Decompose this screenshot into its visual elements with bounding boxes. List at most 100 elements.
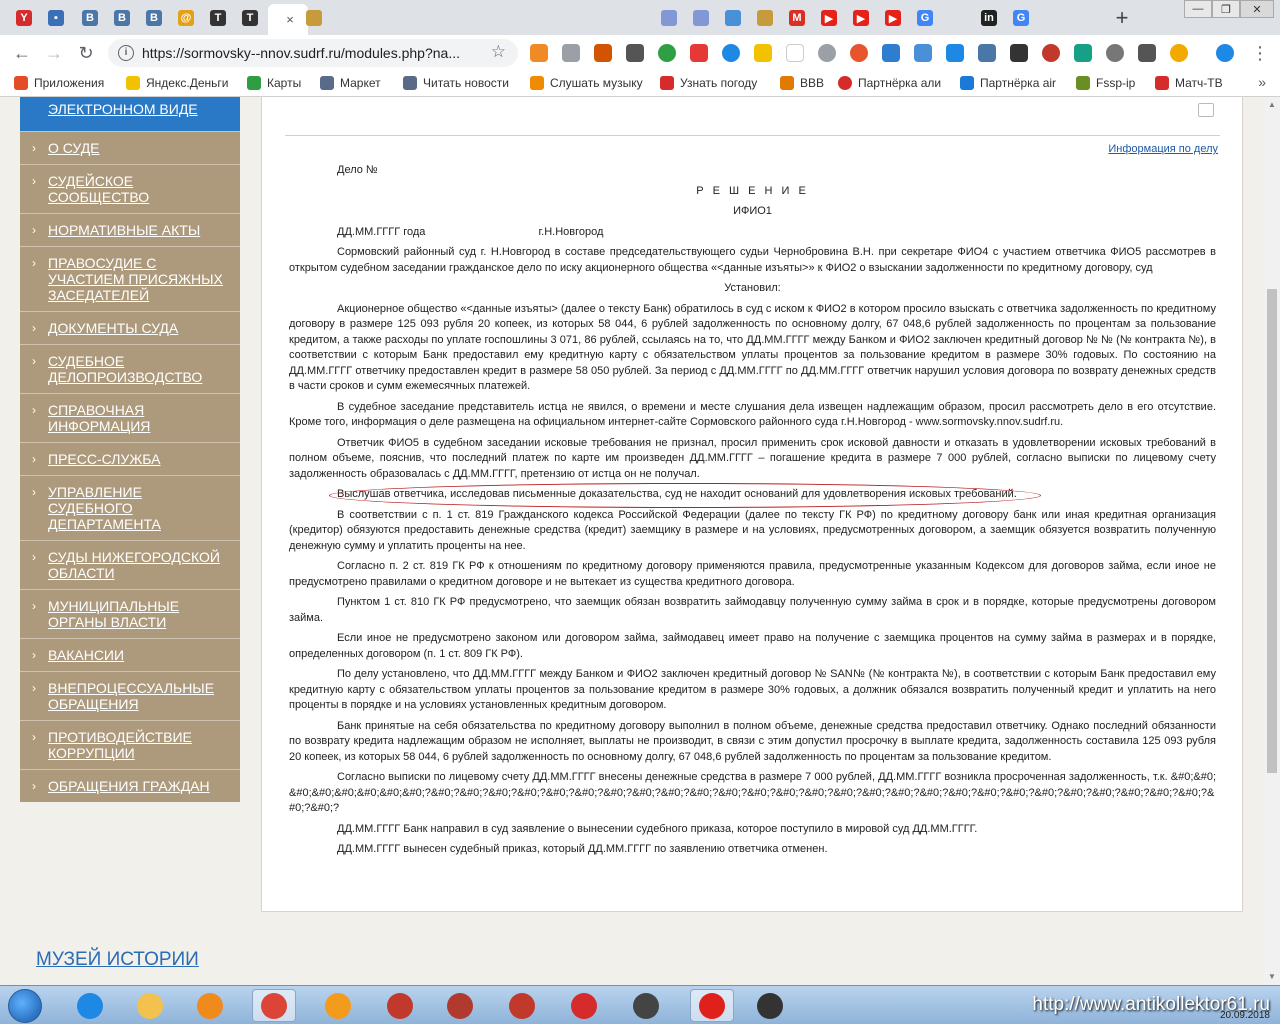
tab-google-1[interactable]: G: [911, 6, 939, 30]
sidebar-item-label[interactable]: УПРАВЛЕНИЕ СУДЕБНОГО ДЕПАРТАМЕНТА: [48, 484, 230, 532]
sidebar-item[interactable]: › МУНИЦИПАЛЬНЫЕ ОРГАНЫ ВЛАСТИ: [20, 589, 240, 638]
scrollbar-thumb[interactable]: [1267, 289, 1277, 773]
site-info-icon[interactable]: i: [118, 45, 134, 61]
sidebar-item-label[interactable]: ВАКАНСИИ: [48, 647, 230, 663]
bookmark-news[interactable]: Читать новости: [403, 76, 509, 90]
sidebar-item[interactable]: › СПРАВОЧНАЯ ИНФОРМАЦИЯ: [20, 393, 240, 442]
bookmark-match-tv[interactable]: Матч-ТВ: [1155, 76, 1223, 90]
tab-eth-2[interactable]: [687, 6, 715, 30]
extension-icon[interactable]: [1170, 44, 1188, 62]
extension-icon[interactable]: [946, 44, 964, 62]
bookmark-yandex-money[interactable]: Яндекс.Деньги: [126, 76, 228, 90]
reload-button[interactable]: ↻: [74, 41, 98, 65]
case-info-link[interactable]: Информация по делу: [1108, 143, 1218, 155]
iq-extension-icon[interactable]: [882, 44, 900, 62]
bookmarks-overflow-icon[interactable]: »: [1258, 74, 1266, 90]
tab-yandex[interactable]: Y: [10, 6, 38, 30]
sidebar-item-label[interactable]: ДОКУМЕНТЫ СУДА: [48, 320, 230, 336]
taskbar-app-button[interactable]: [562, 989, 606, 1022]
graph-extension-icon[interactable]: [626, 44, 644, 62]
forward-button[interactable]: →: [42, 41, 66, 65]
sidebar-item-label[interactable]: ОБРАЩЕНИЯ ГРАЖДАН: [48, 778, 230, 794]
bookmark-bbb[interactable]: BBB: [780, 76, 824, 90]
back-button[interactable]: ←: [10, 41, 34, 65]
tab-court-2[interactable]: [751, 6, 779, 30]
sidebar-item-label[interactable]: СПРАВОЧНАЯ ИНФОРМАЦИЯ: [48, 402, 230, 434]
sidebar-item-active[interactable]: ЭЛЕКТРОННОМ ВИДЕ: [20, 97, 240, 131]
scroll-down-icon[interactable]: ▼: [1264, 969, 1280, 985]
sidebar-item[interactable]: › СУДЕБНОЕ ДЕЛОПРОИЗВОДСТВО: [20, 344, 240, 393]
globe-extension-icon[interactable]: [818, 44, 836, 62]
sidebar-item[interactable]: › ВАКАНСИИ: [20, 638, 240, 671]
sidebar-item[interactable]: › УПРАВЛЕНИЕ СУДЕБНОГО ДЕПАРТАМЕНТА: [20, 475, 240, 540]
ebay-extension-icon[interactable]: [786, 44, 804, 62]
bookmark-music[interactable]: Слушать музыку: [530, 76, 643, 90]
address-bar[interactable]: i https://sormovsky--nnov.sudrf.ru/modul…: [108, 39, 518, 67]
sidebar-item[interactable]: › НОРМАТИВНЫЕ АКТЫ: [20, 213, 240, 246]
vk-extension-icon[interactable]: [978, 44, 996, 62]
sidebar-item-label[interactable]: О СУДЕ: [48, 140, 230, 156]
tab-chat[interactable]: ▪: [42, 6, 70, 30]
taskbar-app-button[interactable]: [68, 989, 112, 1022]
taskbar-app-button[interactable]: [690, 989, 734, 1022]
tab-gmail[interactable]: M: [783, 6, 811, 30]
tab-vk-1[interactable]: В: [76, 6, 104, 30]
sidebar-item[interactable]: › О СУДЕ: [20, 131, 240, 164]
tab-youtube-1[interactable]: ▶: [815, 6, 843, 30]
tab-box[interactable]: [719, 6, 747, 30]
extension-icon[interactable]: [850, 44, 868, 62]
sidebar-item[interactable]: › СУДЫ НИЖЕГОРОДСКОЙ ОБЛАСТИ: [20, 540, 240, 589]
minimize-button[interactable]: —: [1184, 0, 1212, 18]
print-icon[interactable]: [1198, 103, 1214, 117]
sidebar-item[interactable]: › ПРАВОСУДИЕ С УЧАСТИЕМ ПРИСЯЖНЫХ ЗАСЕДАТ…: [20, 246, 240, 311]
new-tab-button[interactable]: +: [1110, 5, 1134, 31]
sidebar-item-label[interactable]: МУНИЦИПАЛЬНЫЕ ОРГАНЫ ВЛАСТИ: [48, 598, 230, 630]
profile-avatar[interactable]: [1216, 44, 1234, 62]
taskbar-app-button[interactable]: [188, 989, 232, 1022]
tab-youtube-3[interactable]: ▶: [879, 6, 907, 30]
sidebar-item[interactable]: › ВНЕПРОЦЕССУАЛЬНЫЕ ОБРАЩЕНИЯ: [20, 671, 240, 720]
maximize-button[interactable]: ❐: [1212, 0, 1240, 18]
extension-icon[interactable]: [1042, 44, 1060, 62]
scroll-up-icon[interactable]: ▲: [1264, 97, 1280, 113]
sidebar-item-label[interactable]: НОРМАТИВНЫЕ АКТЫ: [48, 222, 230, 238]
download-extension-icon[interactable]: [658, 44, 676, 62]
tab-vk-2[interactable]: В: [108, 6, 136, 30]
tab-vk-3[interactable]: В: [140, 6, 168, 30]
tab-law-1[interactable]: T: [204, 6, 232, 30]
tab-court[interactable]: [300, 6, 328, 30]
taskbar-app-button[interactable]: [624, 989, 668, 1022]
sidebar-item[interactable]: › ОБРАЩЕНИЯ ГРАЖДАН: [20, 769, 240, 802]
sidebar-item-label[interactable]: СУДЫ НИЖЕГОРОДСКОЙ ОБЛАСТИ: [48, 549, 230, 581]
extension-icon[interactable]: [1106, 44, 1124, 62]
page-scrollbar[interactable]: ▲ ▼: [1264, 97, 1280, 985]
url-text[interactable]: https://sormovsky--nnov.sudrf.ru/modules…: [142, 45, 460, 61]
sidebar-item-label[interactable]: ПРЕСС-СЛУЖБА: [48, 451, 230, 467]
close-tab-icon[interactable]: ×: [286, 12, 294, 27]
start-button[interactable]: [8, 989, 42, 1023]
sidebar-item-label[interactable]: ЭЛЕКТРОННОМ ВИДЕ: [48, 101, 198, 117]
taskbar-app-button[interactable]: [316, 989, 360, 1022]
taskbar-app-button[interactable]: [128, 989, 172, 1022]
sidebar-item-label[interactable]: СУДЕЙСКОЕ СООБЩЕСТВО: [48, 173, 230, 205]
tab-at[interactable]: @: [172, 6, 200, 30]
sidebar-item-label[interactable]: ПРАВОСУДИЕ С УЧАСТИЕМ ПРИСЯЖНЫХ ЗАСЕДАТЕ…: [48, 255, 230, 303]
sidebar-item[interactable]: › ДОКУМЕНТЫ СУДА: [20, 311, 240, 344]
museum-link[interactable]: МУЗЕЙ ИСТОРИИ: [36, 949, 199, 971]
extension-icon[interactable]: [1074, 44, 1092, 62]
counter-extension-icon[interactable]: [914, 44, 932, 62]
bookmark-fssp[interactable]: Fssp-ip: [1076, 76, 1135, 90]
k-extension-icon[interactable]: [1010, 44, 1028, 62]
tab-youtube-2[interactable]: ▶: [847, 6, 875, 30]
sidebar-item-label[interactable]: СУДЕБНОЕ ДЕЛОПРОИЗВОДСТВО: [48, 353, 230, 385]
sidebar-item[interactable]: › ПРЕСС-СЛУЖБА: [20, 442, 240, 475]
extension-icon[interactable]: [1138, 44, 1156, 62]
chrome-menu-icon[interactable]: ⋮: [1248, 41, 1272, 65]
taskbar-app-button[interactable]: [748, 989, 792, 1022]
sidebar-item[interactable]: › СУДЕЙСКОЕ СООБЩЕСТВО: [20, 164, 240, 213]
bookmark-partner-ali[interactable]: Партнёрка али: [838, 76, 941, 90]
sidebar-item-label[interactable]: ВНЕПРОЦЕССУАЛЬНЫЕ ОБРАЩЕНИЯ: [48, 680, 230, 712]
tab-google-2[interactable]: G: [1007, 6, 1035, 30]
bookmark-market[interactable]: Маркет: [320, 76, 381, 90]
taskbar-app-button[interactable]: [500, 989, 544, 1022]
